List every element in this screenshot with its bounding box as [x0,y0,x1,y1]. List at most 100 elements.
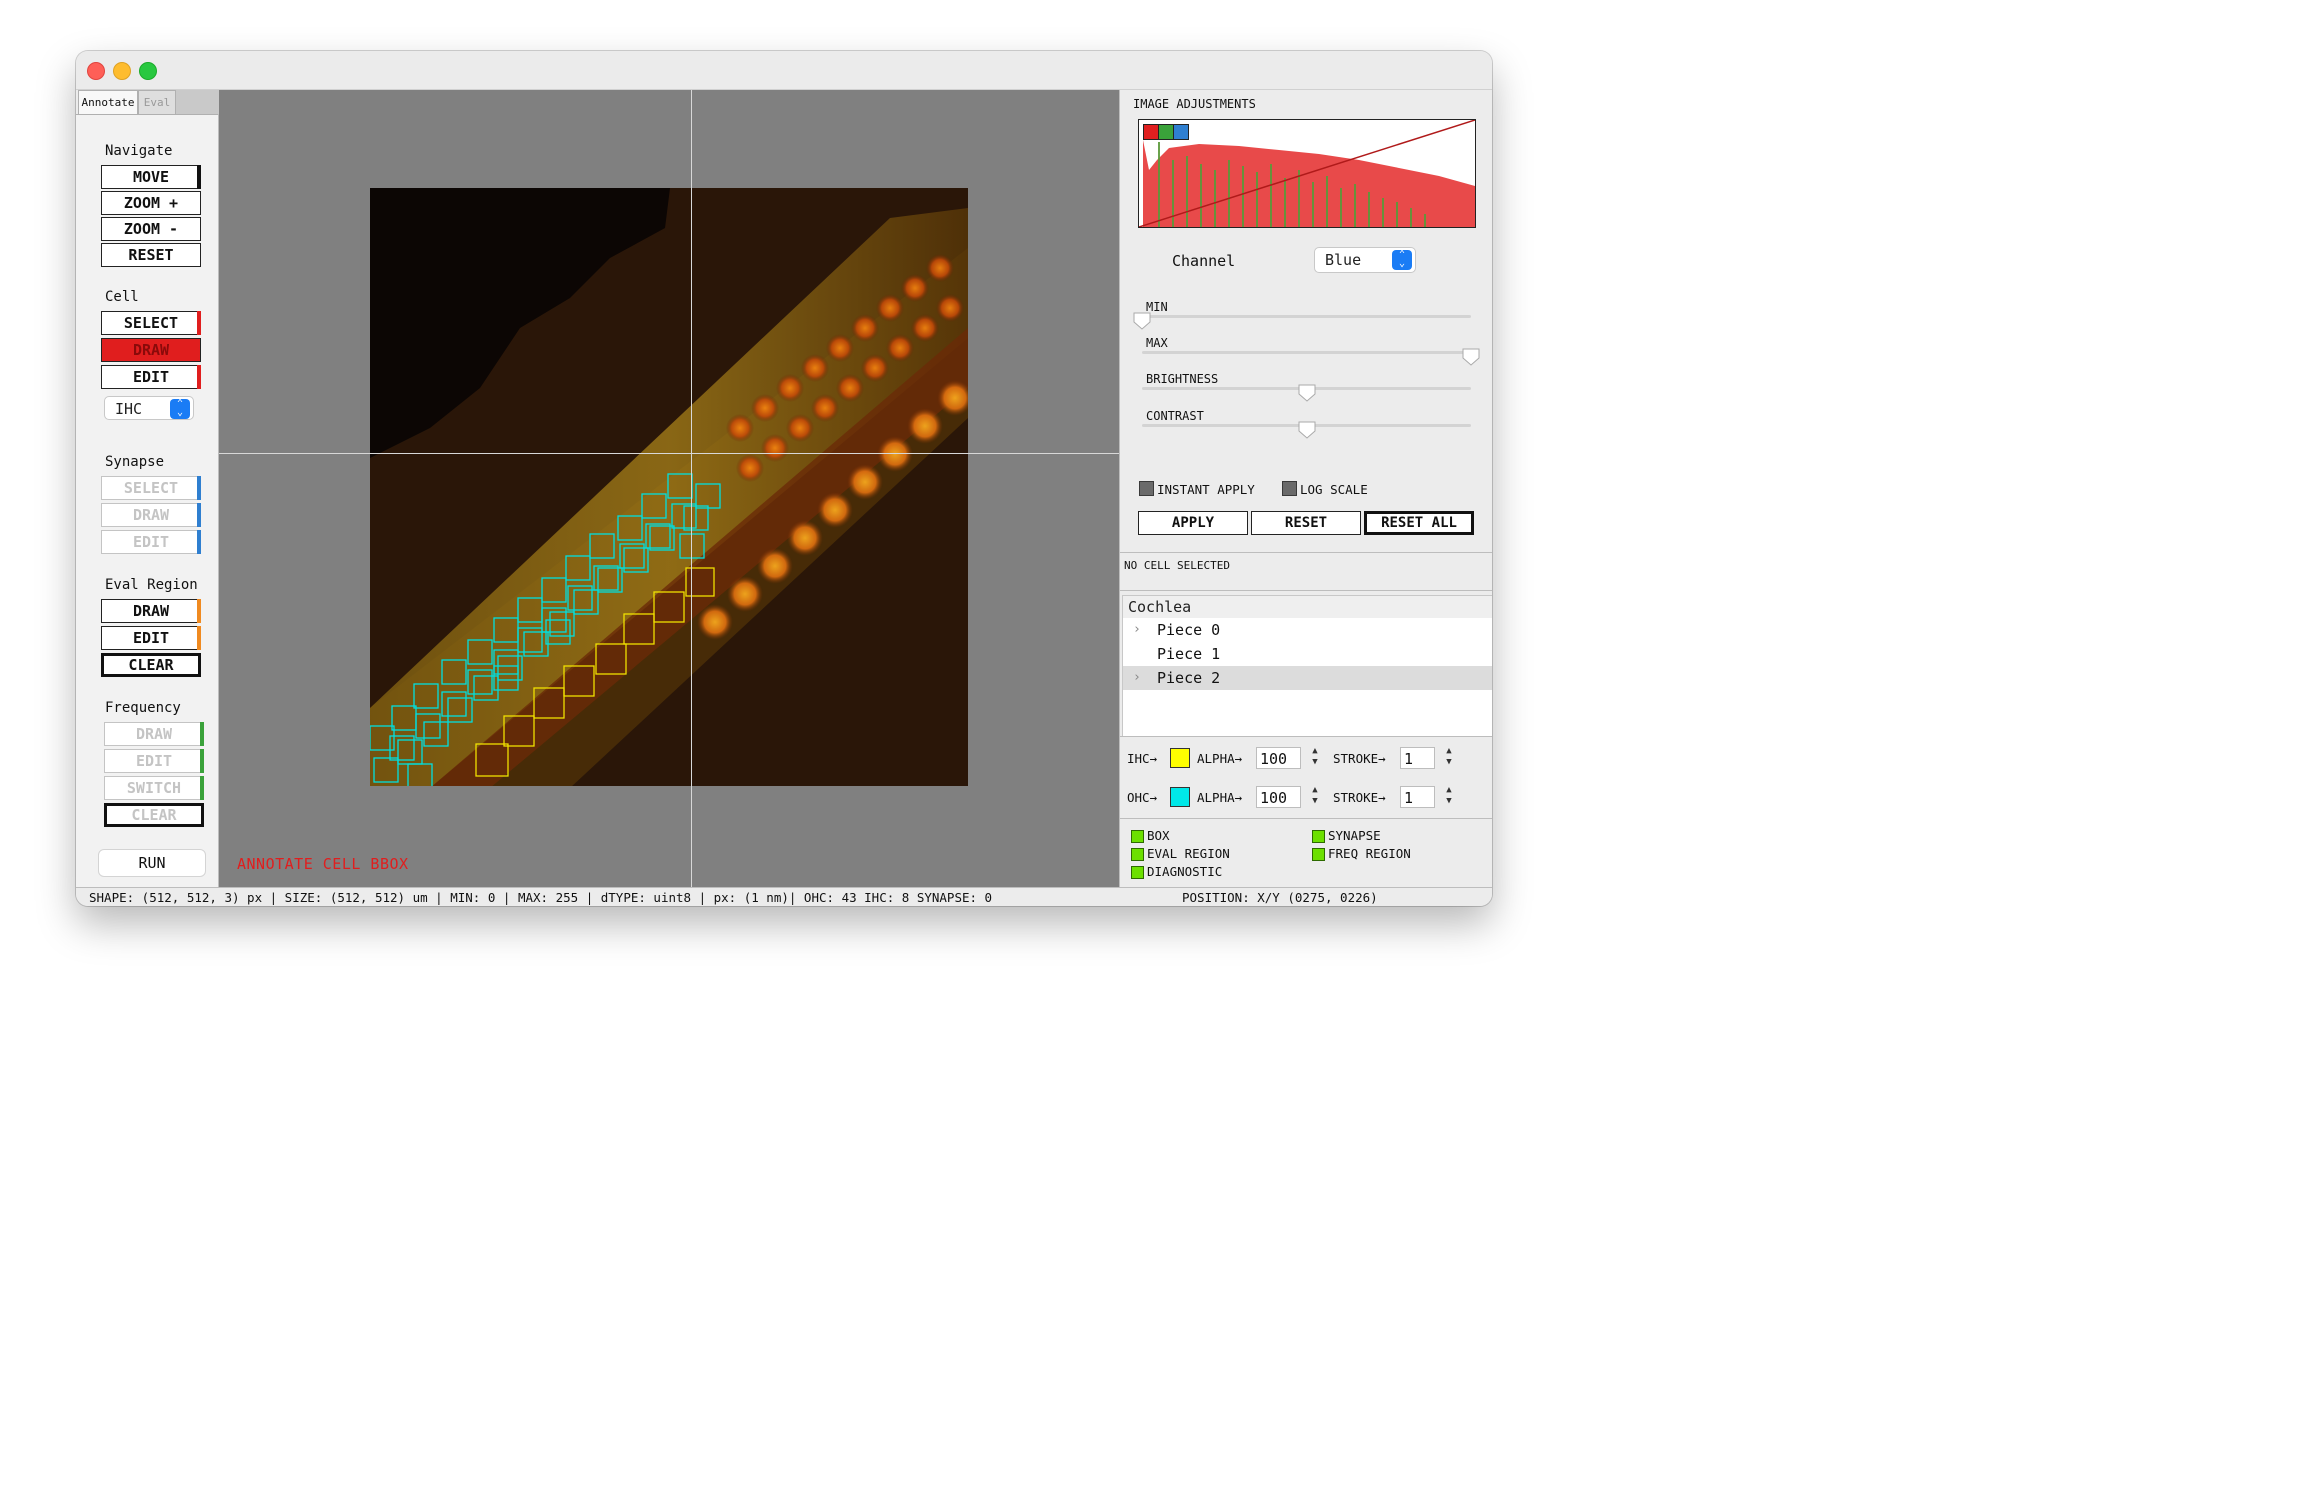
channel-select[interactable]: Blue ⌃ ⌄ [1314,247,1416,273]
zoom-window-button[interactable] [139,62,157,80]
max-slider[interactable] [1142,351,1471,354]
ihc-color-swatch[interactable] [1170,748,1190,768]
annotation-mode-label: ANNOTATE CELL BBOX [237,855,409,873]
ohc-stroke-input[interactable]: 1 [1400,786,1435,808]
image-canvas[interactable]: ANNOTATE CELL BBOX [219,90,1119,887]
eval-region-toggle[interactable] [1131,848,1144,861]
adjustments-panel: IMAGE ADJUSTMENTS Channel Blue ⌃ ⌄ MIN M… [1119,90,1492,887]
crosshair-horizontal [219,453,1119,454]
cell-draw-button[interactable]: DRAW [101,338,201,362]
ihc-stroke-stepper[interactable]: ▲ ▼ [1442,746,1456,770]
frequency-draw-button[interactable]: DRAW [104,722,204,746]
ihc-alpha-label: ALPHA→ [1197,751,1243,766]
diagnostic-label: DIAGNOSTIC [1147,864,1223,879]
ohc-alpha-label: ALPHA→ [1197,790,1243,805]
freq-region-toggle[interactable] [1312,848,1325,861]
synapse-draw-button[interactable]: DRAW [101,503,201,527]
tree-item-piece-1[interactable]: Piece 1 [1123,642,1492,666]
microscopy-image [370,188,968,786]
box-toggle[interactable] [1131,830,1144,843]
log-scale-label: LOG SCALE [1300,482,1368,497]
eval-region-label: EVAL REGION [1147,846,1230,861]
frequency-heading: Frequency [105,700,181,716]
instant-apply-checkbox[interactable] [1139,481,1154,496]
freq-region-label: FREQ REGION [1328,846,1411,861]
ohc-alpha-input[interactable]: 100 [1256,786,1301,808]
contrast-slider-thumb[interactable] [1298,421,1316,439]
ihc-stroke-input[interactable]: 1 [1400,747,1435,769]
synapse-select-button[interactable]: SELECT [101,476,201,500]
eval-region-edit-button[interactable]: EDIT [101,626,201,650]
synapse-toggle[interactable] [1312,830,1325,843]
cursor-position-status: POSITION: X/Y (0275, 0226) [1182,890,1378,905]
brightness-label: BRIGHTNESS [1146,372,1219,386]
instant-apply-label: INSTANT APPLY [1157,482,1255,497]
annotate-tab-body: Navigate MOVE ZOOM + ZOOM - RESET Cell S… [76,114,218,888]
minimize-window-button[interactable] [113,62,131,80]
ihc-alpha-stepper[interactable]: ▲ ▼ [1308,746,1322,770]
selection-status: NO CELL SELECTED [1124,559,1230,572]
max-slider-thumb[interactable] [1462,348,1480,366]
tree-item-piece-0[interactable]: › Piece 0 [1123,618,1492,642]
tab-annotate[interactable]: Annotate [78,90,138,115]
zoom-in-button[interactable]: ZOOM + [101,191,201,215]
tool-panel: Annotate Eval Navigate MOVE ZOOM + ZOOM … [76,90,220,888]
zoom-out-button[interactable]: ZOOM - [101,217,201,241]
cell-edit-button[interactable]: EDIT [101,365,201,389]
chevron-right-icon[interactable]: › [1133,618,1141,642]
apply-button[interactable]: APPLY [1138,511,1248,535]
chevron-right-icon[interactable]: › [1133,666,1141,690]
navigate-heading: Navigate [105,143,173,159]
close-window-button[interactable] [87,62,105,80]
max-label: MAX [1146,336,1168,350]
tab-eval[interactable]: Eval [138,90,176,115]
min-slider[interactable] [1142,315,1471,318]
reset-view-button[interactable]: RESET [101,243,201,267]
image-adjustments-title: IMAGE ADJUSTMENTS [1133,97,1256,111]
status-bar: SHAPE: (512, 512, 3) px | SIZE: (512, 51… [76,887,1492,906]
move-button[interactable]: MOVE [101,165,201,189]
reset-all-button[interactable]: RESET ALL [1364,511,1474,535]
reset-button[interactable]: RESET [1251,511,1361,535]
red-channel-chip[interactable] [1143,124,1159,140]
frequency-clear-button[interactable]: CLEAR [104,803,204,827]
frequency-switch-button[interactable]: SWITCH [104,776,204,800]
log-scale-checkbox[interactable] [1282,481,1297,496]
run-button[interactable]: RUN [98,849,206,877]
synapse-heading: Synapse [105,454,165,470]
histogram [1138,119,1476,228]
ihc-style-label: IHC→ [1127,751,1158,766]
channel-label: Channel [1172,252,1236,270]
diagnostic-toggle[interactable] [1131,866,1144,879]
green-channel-chip[interactable] [1158,124,1174,140]
cochlea-image[interactable] [370,188,968,786]
synapse-edit-button[interactable]: EDIT [101,530,201,554]
eval-region-clear-button[interactable]: CLEAR [101,653,201,677]
cell-type-select[interactable]: IHC ⌃ ⌄ [104,396,194,420]
histogram-plot [1139,120,1475,227]
ohc-color-swatch[interactable] [1170,787,1190,807]
eval-region-heading: Eval Region [105,577,198,593]
ohc-stroke-stepper[interactable]: ▲ ▼ [1442,785,1456,809]
crosshair-vertical [691,90,692,887]
cell-select-button[interactable]: SELECT [101,311,201,335]
blue-channel-chip[interactable] [1173,124,1189,140]
ihc-stroke-label: STROKE→ [1333,751,1386,766]
cochlea-tree[interactable]: Cochlea › Piece 0 Piece 1 › Piece 2 [1122,595,1492,737]
chevron-updown-icon: ⌃ ⌄ [170,399,190,419]
frequency-edit-button[interactable]: EDIT [104,749,204,773]
ohc-alpha-stepper[interactable]: ▲ ▼ [1308,785,1322,809]
ohc-stroke-label: STROKE→ [1333,790,1386,805]
chevron-updown-icon: ⌃ ⌄ [1392,250,1412,270]
title-bar [76,51,1492,90]
brightness-slider-thumb[interactable] [1298,384,1316,402]
contrast-label: CONTRAST [1146,409,1204,423]
image-info-status: SHAPE: (512, 512, 3) px | SIZE: (512, 51… [89,890,993,905]
eval-region-draw-button[interactable]: DRAW [101,599,201,623]
ohc-style-label: OHC→ [1127,790,1158,805]
tree-root[interactable]: Cochlea [1123,596,1492,618]
min-slider-thumb[interactable] [1133,312,1151,330]
cell-heading: Cell [105,289,139,305]
ihc-alpha-input[interactable]: 100 [1256,747,1301,769]
tree-item-piece-2[interactable]: › Piece 2 [1123,666,1492,690]
